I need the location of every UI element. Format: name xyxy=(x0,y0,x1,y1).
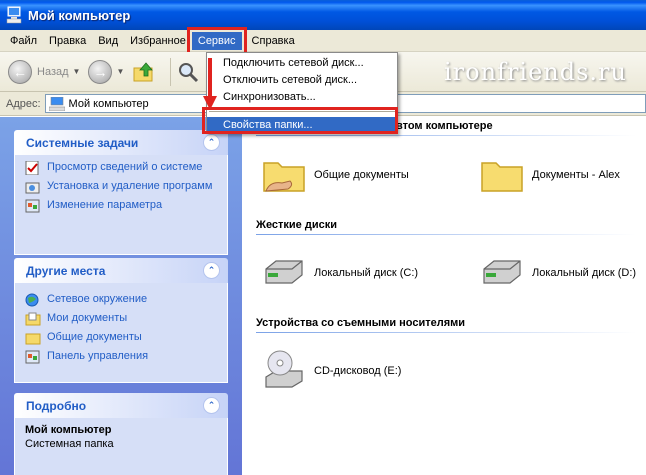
forward-arrow-icon: → xyxy=(88,59,113,84)
control-panel-icon xyxy=(25,199,40,213)
details-panel: Подробно ⌃ Мой компьютер Системная папка xyxy=(14,393,228,475)
group-header-files: втом компьютере xyxy=(396,120,493,132)
hard-disk-icon xyxy=(265,260,303,284)
search-button[interactable] xyxy=(177,61,199,83)
menu-synchronize[interactable]: Синхронизовать... xyxy=(207,89,397,106)
item-local-disk-d[interactable]: Локальный диск (D:) xyxy=(478,249,636,297)
other-places-panel: Другие места ⌃ Сетевое окружение Мои док… xyxy=(14,258,228,383)
system-info-icon xyxy=(25,161,39,175)
task-add-remove-programs[interactable]: Установка и удаление программ xyxy=(25,180,217,194)
forward-button[interactable]: → ▼ xyxy=(88,59,124,84)
item-documents-alex[interactable]: Документы - Alex xyxy=(478,151,620,199)
content-area: втом компьютере Общие документы Документ… xyxy=(242,117,646,475)
my-computer-small-icon xyxy=(48,96,65,111)
up-button[interactable] xyxy=(132,60,156,84)
place-control-panel[interactable]: Панель управления xyxy=(25,350,217,364)
details-body: Мой компьютер Системная папка xyxy=(14,418,228,475)
menu-tools-wrap: Сервис xyxy=(186,26,247,55)
place-network[interactable]: Сетевое окружение xyxy=(25,293,217,307)
forward-dropdown-icon[interactable]: ▼ xyxy=(116,67,124,76)
back-button[interactable]: ← Назад ▼ xyxy=(8,59,81,84)
collapse-icon[interactable]: ⌃ xyxy=(203,397,220,414)
details-header[interactable]: Подробно ⌃ xyxy=(14,393,228,418)
system-tasks-body: Просмотр сведений о системе Установка и … xyxy=(14,155,228,255)
network-icon xyxy=(25,293,39,307)
menu-favorites[interactable]: Избранное xyxy=(124,32,192,50)
task-view-system-info[interactable]: Просмотр сведений о системе xyxy=(25,161,217,175)
item-label: Локальный диск (C:) xyxy=(314,267,419,279)
collapse-icon[interactable]: ⌃ xyxy=(203,134,220,151)
place-label: Общие документы xyxy=(47,331,142,343)
shared-folder-icon xyxy=(25,333,41,345)
other-places-body: Сетевое окружение Мои документы Общие до… xyxy=(14,283,228,383)
group-divider xyxy=(256,234,636,235)
my-computer-icon xyxy=(6,6,22,24)
task-pane: Системные задачи ⌃ Просмотр сведений о с… xyxy=(0,117,242,475)
item-label: Документы - Alex xyxy=(532,169,620,181)
menu-edit[interactable]: Правка xyxy=(43,32,92,50)
search-icon xyxy=(179,62,199,82)
item-cd-drive-e[interactable]: CD-дисковод (E:) xyxy=(260,347,401,395)
group-divider xyxy=(256,135,636,136)
item-local-disk-c[interactable]: Локальный диск (C:) xyxy=(260,249,418,297)
window-title: Мой компьютер xyxy=(28,7,131,23)
menu-map-network-drive[interactable]: Подключить сетевой диск... xyxy=(207,55,397,72)
other-places-title: Другие места xyxy=(26,263,106,278)
item-shared-documents[interactable]: Общие документы xyxy=(260,151,409,199)
menu-bar: Файл Правка Вид Избранное Сервис Справка xyxy=(0,26,646,55)
red-arrow-icon xyxy=(203,58,217,110)
group-header-hard-disks: Жесткие диски xyxy=(256,219,337,231)
place-label: Панель управления xyxy=(47,350,149,362)
task-label: Изменение параметра xyxy=(47,199,163,211)
place-my-documents[interactable]: Мои документы xyxy=(25,312,217,326)
watermark: ironfriends.ru xyxy=(444,58,627,86)
back-dropdown-icon[interactable]: ▼ xyxy=(73,67,81,76)
task-change-setting[interactable]: Изменение параметра xyxy=(25,199,217,213)
highlight-box-menu xyxy=(186,26,247,55)
folder-icon xyxy=(481,162,523,192)
programs-icon xyxy=(25,182,40,194)
highlight-box-folder-options xyxy=(202,107,398,134)
documents-folder-icon xyxy=(25,312,41,326)
group-divider xyxy=(256,332,636,333)
cd-drive-icon xyxy=(265,350,303,388)
task-label: Установка и удаление программ xyxy=(47,180,213,192)
title-bar[interactable]: Мой компьютер xyxy=(0,0,646,30)
collapse-icon[interactable]: ⌃ xyxy=(203,262,220,279)
hard-disk-icon xyxy=(483,260,521,284)
details-title: Подробно xyxy=(26,398,87,413)
task-label: Просмотр сведений о системе xyxy=(47,161,203,173)
address-label: Адрес: xyxy=(6,97,41,110)
place-label: Сетевое окружение xyxy=(47,293,148,305)
item-label: CD-дисковод (E:) xyxy=(314,365,402,377)
menu-file[interactable]: Файл xyxy=(4,32,43,50)
place-label: Мои документы xyxy=(47,312,128,324)
address-value: Мой компьютер xyxy=(68,97,149,110)
system-tasks-panel: Системные задачи ⌃ Просмотр сведений о с… xyxy=(14,130,228,255)
control-panel-icon xyxy=(25,350,40,364)
other-places-header[interactable]: Другие места ⌃ xyxy=(14,258,228,283)
system-tasks-header[interactable]: Системные задачи ⌃ xyxy=(14,130,228,155)
menu-disconnect-network-drive[interactable]: Отключить сетевой диск... xyxy=(207,72,397,89)
toolbar-separator xyxy=(170,57,172,86)
place-shared-documents[interactable]: Общие документы xyxy=(25,331,217,345)
details-name: Мой компьютер xyxy=(25,424,112,436)
menu-help[interactable]: Справка xyxy=(246,32,301,50)
back-arrow-icon: ← xyxy=(8,59,32,84)
back-label: Назад xyxy=(37,65,69,78)
system-tasks-title: Системные задачи xyxy=(26,135,139,150)
details-type: Системная папка xyxy=(25,438,114,450)
menu-view[interactable]: Вид xyxy=(92,32,124,50)
shared-folder-icon xyxy=(263,162,305,192)
item-label: Общие документы xyxy=(314,169,409,181)
group-header-removable: Устройства со съемными носителями xyxy=(256,317,466,329)
item-label: Локальный диск (D:) xyxy=(532,267,637,279)
folder-up-icon xyxy=(133,61,154,81)
